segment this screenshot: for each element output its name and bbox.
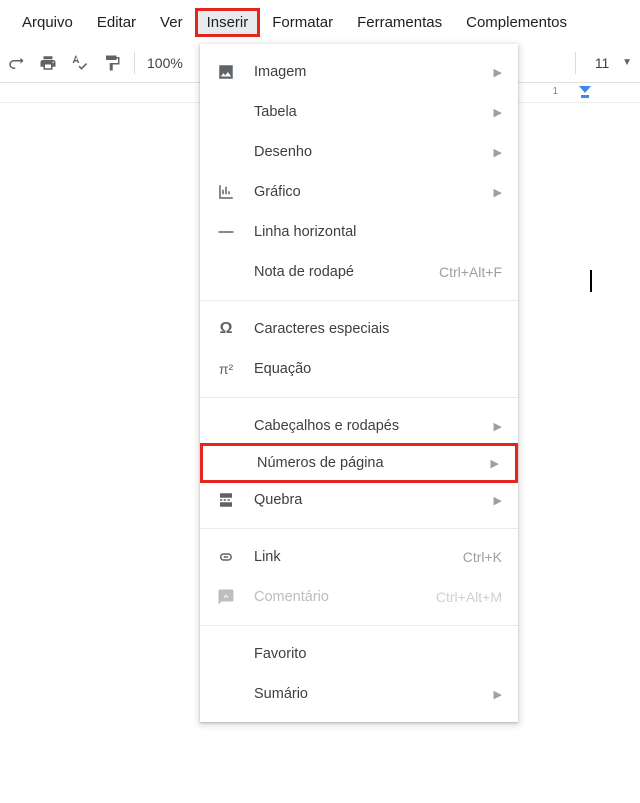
menu-arquivo[interactable]: Arquivo <box>10 8 85 37</box>
font-size-value[interactable]: 11 <box>582 55 622 71</box>
menu-item-label: Favorito <box>254 646 502 662</box>
menu-separator <box>200 300 518 301</box>
blank-icon <box>219 453 239 473</box>
submenu-arrow-icon: ▶ <box>494 688 502 701</box>
menu-item-label: Equação <box>254 361 502 377</box>
blank-icon <box>216 102 236 122</box>
dropdown-arrow-icon: ▼ <box>622 57 632 68</box>
horizontal-rule-icon <box>216 222 236 242</box>
menu-item-label: Comentário <box>254 589 426 605</box>
menu-shortcut: Ctrl+K <box>463 549 502 565</box>
redo-icon[interactable] <box>2 49 30 77</box>
blank-icon <box>216 142 236 162</box>
text-cursor <box>590 270 592 292</box>
toolbar-separator <box>575 52 576 74</box>
menu-item-label: Caracteres especiais <box>254 321 502 337</box>
menubar: Arquivo Editar Ver Inserir Formatar Ferr… <box>0 0 640 43</box>
pi-icon: π² <box>216 359 236 379</box>
print-icon[interactable] <box>34 49 62 77</box>
inserir-dropdown: Imagem ▶ Tabela ▶ Desenho ▶ Gráfico ▶ Li… <box>200 44 518 722</box>
menu-item-cabecalhos-rodapes[interactable]: Cabeçalhos e rodapés ▶ <box>200 406 518 446</box>
menu-inserir[interactable]: Inserir <box>195 8 261 37</box>
menu-item-comentario: Comentário Ctrl+Alt+M <box>200 577 518 617</box>
submenu-arrow-icon: ▶ <box>491 457 499 470</box>
menu-item-grafico[interactable]: Gráfico ▶ <box>200 172 518 212</box>
menu-shortcut: Ctrl+Alt+F <box>439 264 502 280</box>
menu-item-label: Nota de rodapé <box>254 264 429 280</box>
menu-item-desenho[interactable]: Desenho ▶ <box>200 132 518 172</box>
submenu-arrow-icon: ▶ <box>494 146 502 159</box>
menu-item-equacao[interactable]: π² Equação <box>200 349 518 389</box>
menu-item-quebra[interactable]: Quebra ▶ <box>200 480 518 520</box>
menu-item-label: Tabela <box>254 104 484 120</box>
menu-item-tabela[interactable]: Tabela ▶ <box>200 92 518 132</box>
menu-item-label: Cabeçalhos e rodapés <box>254 418 484 434</box>
comment-icon <box>216 587 236 607</box>
menu-item-label: Números de página <box>257 455 481 471</box>
menu-item-label: Link <box>254 549 453 565</box>
menu-item-label: Imagem <box>254 64 484 80</box>
menu-item-label: Linha horizontal <box>254 224 502 240</box>
menu-item-label: Desenho <box>254 144 484 160</box>
menu-editar[interactable]: Editar <box>85 8 148 37</box>
menu-item-label: Sumário <box>254 686 484 702</box>
submenu-arrow-icon: ▶ <box>494 420 502 433</box>
blank-icon <box>216 416 236 436</box>
menu-separator <box>200 397 518 398</box>
submenu-arrow-icon: ▶ <box>494 186 502 199</box>
omega-icon: Ω <box>216 319 236 339</box>
menu-item-nota-rodape[interactable]: Nota de rodapé Ctrl+Alt+F <box>200 252 518 292</box>
paint-format-icon[interactable] <box>98 49 126 77</box>
menu-separator <box>200 528 518 529</box>
menu-item-sumario[interactable]: Sumário ▶ <box>200 674 518 714</box>
font-size-selector[interactable]: 11 ▼ <box>569 52 632 74</box>
blank-icon <box>216 644 236 664</box>
menu-item-label: Quebra <box>254 492 484 508</box>
menu-formatar[interactable]: Formatar <box>260 8 345 37</box>
menu-item-linha-horizontal[interactable]: Linha horizontal <box>200 212 518 252</box>
menu-ver[interactable]: Ver <box>148 8 195 37</box>
menu-item-numeros-pagina[interactable]: Números de página ▶ <box>200 443 518 483</box>
spellcheck-icon[interactable] <box>66 49 94 77</box>
menu-shortcut: Ctrl+Alt+M <box>436 589 502 605</box>
menu-item-imagem[interactable]: Imagem ▶ <box>200 52 518 92</box>
submenu-arrow-icon: ▶ <box>494 106 502 119</box>
submenu-arrow-icon: ▶ <box>494 494 502 507</box>
image-icon <box>216 62 236 82</box>
zoom-level[interactable]: 100% <box>141 55 189 71</box>
page-break-icon <box>216 490 236 510</box>
toolbar-separator <box>134 52 135 74</box>
menu-item-label: Gráfico <box>254 184 484 200</box>
menu-item-caracteres-especiais[interactable]: Ω Caracteres especiais <box>200 309 518 349</box>
blank-icon <box>216 262 236 282</box>
menu-complementos[interactable]: Complementos <box>454 8 579 37</box>
blank-icon <box>216 684 236 704</box>
ruler-tick: 1 <box>552 86 558 97</box>
submenu-arrow-icon: ▶ <box>494 66 502 79</box>
menu-ferramentas[interactable]: Ferramentas <box>345 8 454 37</box>
indent-marker-icon[interactable] <box>578 85 592 99</box>
menu-separator <box>200 625 518 626</box>
menu-item-link[interactable]: Link Ctrl+K <box>200 537 518 577</box>
menu-item-favorito[interactable]: Favorito <box>200 634 518 674</box>
chart-icon <box>216 182 236 202</box>
link-icon <box>216 547 236 567</box>
